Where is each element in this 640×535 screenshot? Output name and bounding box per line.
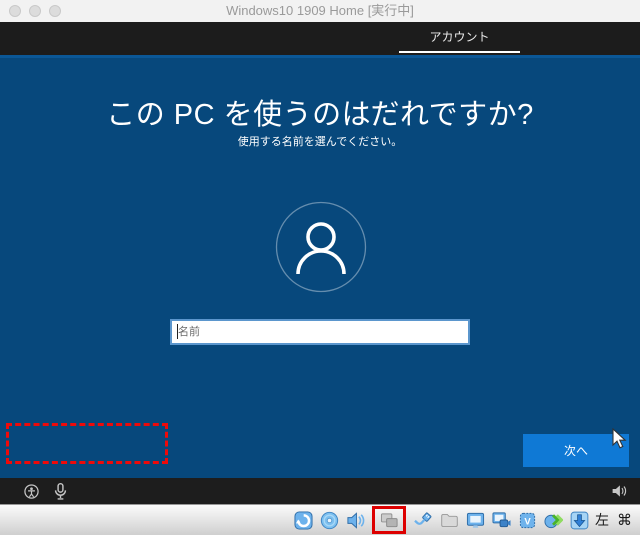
network-icon-highlight (372, 506, 406, 534)
keyboard-icon[interactable] (569, 510, 589, 530)
user-icon (275, 201, 367, 293)
network-icon[interactable] (379, 510, 399, 530)
shared-folders-icon[interactable] (439, 510, 459, 530)
command-key-icon: ⌘ (617, 512, 632, 529)
mouse-integration-icon[interactable] (543, 510, 563, 530)
svg-text:V: V (524, 516, 531, 527)
microphone-icon[interactable] (54, 482, 67, 500)
recording-icon[interactable] (491, 510, 511, 530)
display-icon[interactable] (465, 510, 485, 530)
page-title: この PC を使うのはだれですか? (106, 99, 534, 131)
hard-disk-icon[interactable] (293, 510, 313, 530)
audio-icon[interactable] (345, 510, 365, 530)
name-input[interactable] (170, 319, 470, 345)
mouse-pointer-icon (612, 428, 627, 449)
virtualbox-window: Windows10 1909 Home [実行中] アカウント この PC を使… (0, 0, 640, 535)
page-subtitle: 使用する名前を選んでください。 (237, 136, 403, 148)
optical-disk-icon[interactable] (319, 510, 339, 530)
oobe-header: アカウント (0, 22, 640, 55)
virtualbox-statusbar: V 左 ⌘ (0, 504, 640, 535)
red-dashed-annotation (6, 423, 168, 464)
host-key-label: 左 (595, 512, 609, 528)
volume-icon[interactable] (611, 484, 628, 498)
usb-icon[interactable] (413, 510, 433, 530)
minimize-button[interactable] (29, 5, 41, 17)
oobe-content: この PC を使うのはだれですか? 使用する名前を選んでください。 次へ (0, 55, 640, 478)
text-caret (177, 324, 178, 339)
oobe-footer (0, 478, 640, 504)
features-icon[interactable]: V (517, 510, 537, 530)
titlebar: Windows10 1909 Home [実行中] (0, 0, 640, 22)
ease-of-access-icon[interactable] (24, 483, 39, 499)
tab-account: アカウント (399, 22, 520, 53)
zoom-button[interactable] (49, 5, 61, 17)
window-title: Windows10 1909 Home [実行中] (226, 3, 414, 18)
close-button[interactable] (9, 5, 21, 17)
